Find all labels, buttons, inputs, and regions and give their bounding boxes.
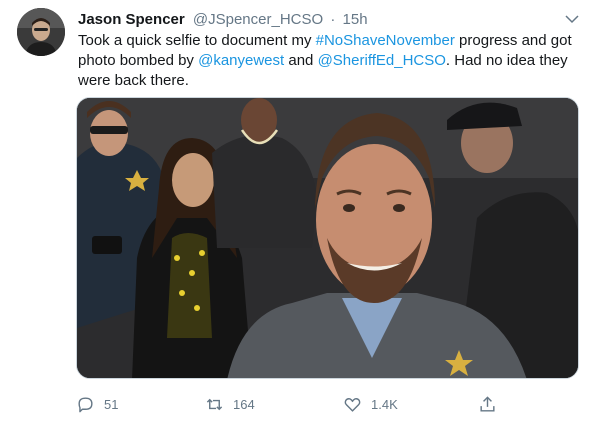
tweet-text: Took a quick selfie to document my #NoSh…	[78, 31, 583, 91]
share-icon	[480, 395, 495, 412]
like-count: 1.4K	[371, 396, 398, 412]
heart-icon	[344, 397, 361, 412]
separator: ·	[330, 11, 336, 28]
mention-sheriffed[interactable]: @SheriffEd_HCSO	[318, 52, 446, 69]
retweet-button[interactable]: 164	[205, 392, 255, 416]
share-button[interactable]	[478, 392, 506, 416]
selfie-photo	[77, 98, 578, 378]
text-part-3: and	[284, 52, 318, 69]
tweet[interactable]: Jason Spencer @JSpencer_HCSO · 15h Took …	[0, 0, 595, 424]
reply-icon	[78, 396, 93, 412]
reply-button[interactable]: 51	[76, 392, 118, 416]
avatar-image	[17, 8, 65, 56]
chevron-down-icon[interactable]	[563, 10, 581, 28]
timestamp[interactable]: 15h	[343, 11, 368, 28]
tweet-actions: 51 164 1.4K	[76, 392, 506, 416]
text-part-1: Took a quick selfie to document my	[78, 32, 316, 49]
retweet-count: 164	[233, 396, 255, 412]
author-handle[interactable]: @JSpencer_HCSO	[193, 11, 323, 28]
mention-kanyewest[interactable]: @kanyewest	[198, 52, 284, 69]
retweet-icon	[206, 398, 223, 410]
reply-count: 51	[104, 396, 119, 412]
tweet-header: Jason Spencer @JSpencer_HCSO · 15h	[78, 10, 368, 30]
tweet-photo[interactable]	[76, 97, 579, 379]
hashtag-link[interactable]: #NoShaveNovember	[316, 32, 455, 49]
like-button[interactable]: 1.4K	[343, 392, 398, 416]
avatar[interactable]	[17, 8, 65, 56]
author-name[interactable]: Jason Spencer	[78, 11, 185, 28]
